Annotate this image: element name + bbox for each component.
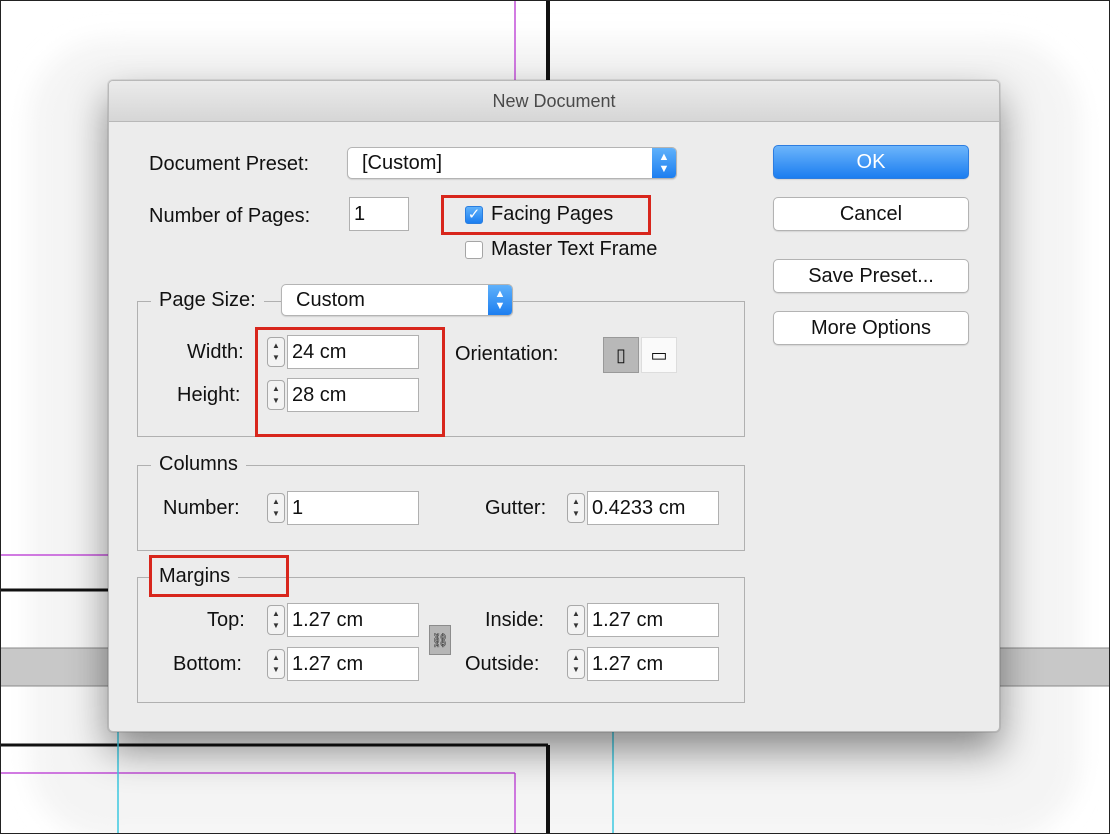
gutter-stepper[interactable]: ▲ ▼ — [567, 493, 585, 523]
portrait-orientation-icon[interactable]: ▯ — [603, 337, 639, 373]
margin-inside-input[interactable]: 1.27 cm — [587, 603, 719, 637]
ok-button[interactable]: OK — [773, 145, 969, 179]
margin-bottom-stepper[interactable]: ▲ ▼ — [267, 649, 285, 679]
number-of-pages-input[interactable]: 1 — [349, 197, 409, 231]
margin-bottom-label: Bottom: — [173, 653, 242, 675]
link-chain-icon[interactable]: ⛓ — [429, 625, 451, 655]
columns-number-stepper[interactable]: ▲ ▼ — [267, 493, 285, 523]
document-preset-value: [Custom] — [362, 152, 443, 174]
save-preset-button[interactable]: Save Preset... — [773, 259, 969, 293]
chevron-updown-icon: ▲ ▼ — [488, 285, 512, 315]
page-size-select[interactable]: Custom ▲ ▼ — [281, 284, 513, 316]
columns-group-label: Columns — [151, 453, 246, 476]
facing-pages-highlight — [441, 195, 651, 235]
margin-top-stepper[interactable]: ▲ ▼ — [267, 605, 285, 635]
margin-top-label: Top: — [207, 609, 245, 631]
margin-outside-label: Outside: — [465, 653, 540, 675]
size-fields-highlight — [255, 327, 445, 437]
height-label: Height: — [177, 384, 241, 406]
more-options-button[interactable]: More Options — [773, 311, 969, 345]
master-text-frame-label: Master Text Frame — [491, 238, 658, 260]
number-of-pages-label: Number of Pages: — [149, 205, 311, 227]
master-text-frame-checkbox[interactable] — [465, 241, 483, 259]
gutter-label: Gutter: — [485, 497, 547, 519]
margin-outside-input[interactable]: 1.27 cm — [587, 647, 719, 681]
margin-inside-stepper[interactable]: ▲ ▼ — [567, 605, 585, 635]
margins-highlight — [149, 555, 289, 597]
margin-bottom-input[interactable]: 1.27 cm — [287, 647, 419, 681]
document-preset-label: Document Preset: — [149, 153, 310, 175]
page-size-value: Custom — [296, 289, 365, 311]
columns-number-input[interactable]: 1 — [287, 491, 419, 525]
page-size-group-label: Page Size: — [151, 289, 264, 312]
document-preset-select[interactable]: [Custom] ▲ ▼ — [347, 147, 677, 179]
margin-top-input[interactable]: 1.27 cm — [287, 603, 419, 637]
margin-outside-stepper[interactable]: ▲ ▼ — [567, 649, 585, 679]
landscape-orientation-icon[interactable]: ▭ — [641, 337, 677, 373]
orientation-label: Orientation: — [455, 343, 559, 365]
width-label: Width: — [187, 341, 244, 363]
margin-inside-label: Inside: — [485, 609, 544, 631]
cancel-button[interactable]: Cancel — [773, 197, 969, 231]
new-document-dialog: New Document Document Preset: [Custom] ▲… — [108, 80, 1000, 732]
dialog-title: New Document — [109, 81, 999, 122]
columns-number-label: Number: — [163, 497, 240, 519]
chevron-updown-icon: ▲ ▼ — [652, 148, 676, 178]
gutter-input[interactable]: 0.4233 cm — [587, 491, 719, 525]
